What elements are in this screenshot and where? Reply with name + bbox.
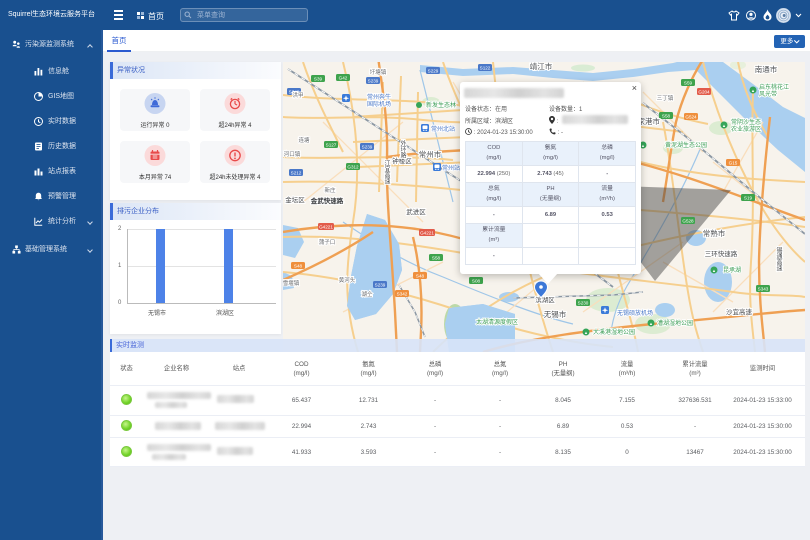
svg-text:太湖清源度假区: 太湖清源度假区 [476, 318, 518, 326]
svg-text:G4221: G4221 [319, 224, 333, 229]
svg-text:G524: G524 [685, 114, 697, 119]
svg-text:S19: S19 [744, 195, 753, 200]
svg-text:圩塘镇: 圩塘镇 [370, 68, 387, 76]
svg-text:雪堰镇: 雪堰镇 [283, 279, 300, 287]
svg-text:常州奔牛: 常州奔牛 [367, 93, 391, 101]
svg-text:靖江市: 靖江市 [530, 62, 553, 71]
svg-text:▲: ▲ [751, 88, 755, 93]
svg-text:常阴沙生态: 常阴沙生态 [731, 118, 761, 126]
svg-text:昆承湖: 昆承湖 [723, 266, 741, 274]
svg-text:S239: S239 [368, 78, 379, 83]
svg-text:常州站: 常州站 [442, 164, 460, 172]
svg-text:S59: S59 [684, 80, 693, 85]
svg-text:滨湖区: 滨湖区 [535, 295, 555, 304]
svg-text:▲: ▲ [641, 143, 645, 148]
svg-text:G4221: G4221 [420, 230, 434, 235]
svg-text:大溪港湿地公园: 大溪港湿地公园 [593, 328, 635, 336]
svg-text:S48: S48 [294, 263, 303, 268]
svg-text:河口镇: 河口镇 [284, 150, 301, 158]
svg-text:农业旅游区: 农业旅游区 [731, 125, 761, 133]
svg-text:三丁镇: 三丁镇 [657, 94, 674, 102]
svg-text:S342: S342 [397, 291, 408, 296]
svg-text:▲: ▲ [712, 268, 716, 273]
svg-text:S58: S58 [432, 255, 441, 260]
svg-text:常熟市: 常熟市 [703, 228, 726, 238]
svg-text:S58: S58 [662, 113, 671, 118]
svg-text:S230: S230 [578, 300, 589, 305]
svg-text:南通市: 南通市 [755, 64, 778, 74]
svg-text:S48: S48 [416, 273, 425, 278]
svg-text:无锡市: 无锡市 [544, 309, 567, 319]
svg-text:无锡硕放机场: 无锡硕放机场 [617, 309, 653, 317]
svg-text:▲: ▲ [722, 123, 726, 128]
svg-text:漕湖湿地公园: 漕湖湿地公园 [657, 319, 693, 327]
svg-text:常州北站: 常州北站 [431, 125, 455, 133]
svg-text:湖仝: 湖仝 [361, 290, 373, 298]
svg-text:金武快速路: 金武快速路 [310, 196, 344, 205]
svg-text:S343: S343 [758, 286, 769, 291]
svg-text:G204: G204 [698, 89, 710, 94]
svg-text:G312: G312 [347, 164, 359, 169]
svg-text:新发生态林: 新发生态林 [426, 101, 456, 109]
svg-text:三环快速路: 三环快速路 [705, 249, 738, 258]
svg-text:S239: S239 [362, 144, 373, 149]
svg-text:金坛区: 金坛区 [285, 195, 305, 204]
svg-text:江宜高速: 江宜高速 [383, 160, 390, 185]
svg-text:S239: S239 [375, 282, 386, 287]
svg-text:▲: ▲ [649, 321, 653, 326]
svg-text:S08: S08 [472, 278, 481, 283]
svg-text:黄泥湖生态公园: 黄泥湖生态公园 [665, 141, 707, 149]
svg-text:洪甲: 洪甲 [292, 91, 303, 99]
svg-text:黄河头: 黄河头 [339, 276, 356, 284]
svg-text:沙宜高速: 沙宜高速 [726, 307, 753, 316]
svg-text:S127: S127 [326, 142, 337, 147]
svg-text:S39: S39 [314, 76, 323, 81]
svg-text:S229: S229 [428, 68, 439, 73]
svg-text:S212: S212 [291, 170, 302, 175]
svg-text:G528: G528 [682, 218, 694, 223]
svg-text:G42: G42 [339, 75, 348, 80]
svg-text:外环路: 外环路 [399, 139, 406, 159]
svg-text:▲: ▲ [584, 330, 588, 335]
svg-text:武进区: 武进区 [406, 207, 426, 216]
svg-text:连塘: 连塘 [298, 136, 310, 144]
svg-text:蒲子口: 蒲子口 [319, 238, 336, 246]
svg-text:锡通高速: 锡通高速 [775, 246, 782, 272]
svg-text:常州市: 常州市 [419, 149, 442, 159]
svg-text:风光带: 风光带 [759, 90, 777, 98]
svg-text:启东桃花江: 启东桃花江 [759, 83, 789, 91]
svg-text:国际机场: 国际机场 [367, 100, 391, 108]
svg-text:G15: G15 [729, 160, 738, 165]
svg-text:S122: S122 [480, 65, 491, 70]
svg-text:新庄: 新庄 [324, 186, 336, 194]
